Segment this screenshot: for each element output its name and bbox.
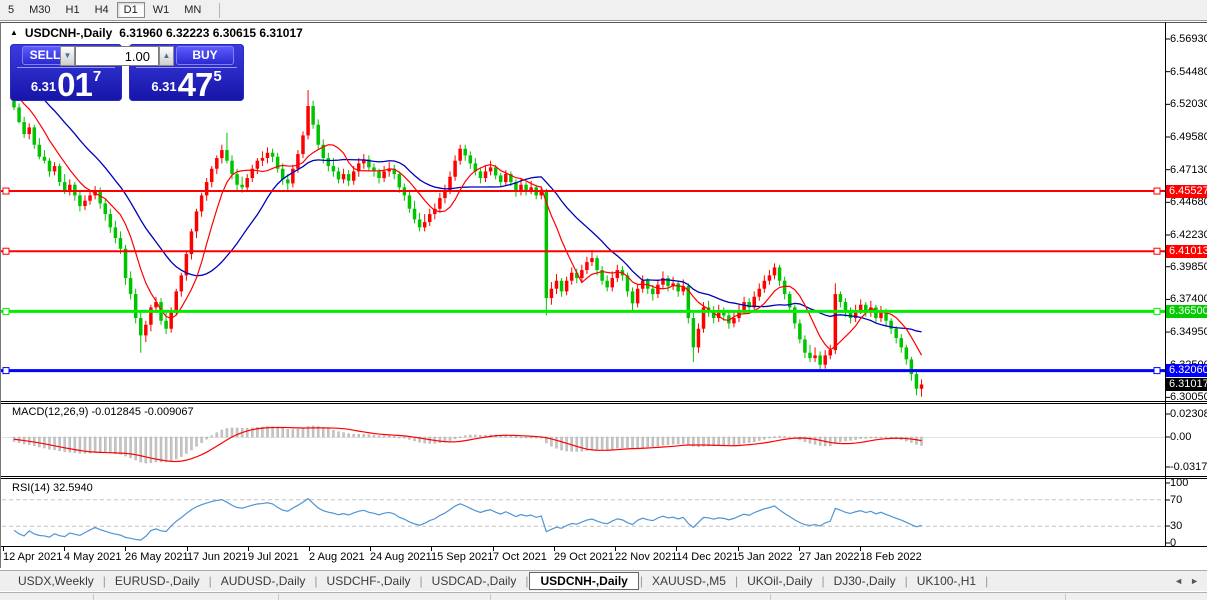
tab-usdchf-daily[interactable]: USDCHF-,Daily (319, 572, 419, 590)
date-label: 29 Oct 2021 (554, 551, 614, 563)
price-level-badge: 6.45527 (1166, 184, 1207, 198)
price-tick-label: 6.30050 (1170, 391, 1207, 404)
macd-axis-label: 0.00 (1170, 431, 1192, 443)
bid-pip-digit: 7 (92, 68, 102, 85)
statusbar-separator (93, 594, 94, 600)
macd-indicator-label: MACD(12,26,9) -0.012845 -0.009067 (12, 406, 194, 418)
date-label: 4 May 2021 (64, 551, 122, 563)
timeframe-button-m30[interactable]: M30 (22, 2, 57, 18)
date-label: 14 Dec 2021 (676, 551, 739, 563)
toolbar-separator (219, 2, 221, 18)
rsi-axis-label: 70 (1170, 494, 1183, 506)
date-label: 22 Nov 2021 (615, 551, 678, 563)
mt4-window: 5 M30 H1 H4 D1 W1 MN ▲ USDCNH-,Daily 6.31960 6… (0, 0, 1207, 600)
tab-usdcad-daily[interactable]: USDCAD-,Daily (424, 572, 525, 590)
tab-xauusd-m5[interactable]: XAUUSD-,M5 (644, 572, 734, 590)
price-tick-label: 6.42230 (1170, 229, 1207, 241)
tab-separator: | (734, 574, 739, 588)
macd-axis-label: -0.031731 (1170, 461, 1207, 473)
date-label: 5 Jan 2022 (738, 551, 793, 563)
tab-separator: | (821, 574, 825, 588)
timeframe-button-h1[interactable]: H1 (59, 2, 87, 18)
volume-decrease-button[interactable]: ▼ (60, 46, 75, 66)
timeframe-button-5[interactable]: 5 (1, 2, 21, 18)
statusbar-separator (1065, 594, 1066, 600)
tab-audusd-daily[interactable]: AUDUSD-,Daily (213, 572, 314, 590)
timeframe-button-mn[interactable]: MN (177, 2, 208, 18)
status-bar (0, 592, 1207, 600)
price-tick-label: 6.49580 (1170, 131, 1207, 143)
tab-eurusd-daily[interactable]: EURUSD-,Daily (107, 572, 208, 590)
tab-usdx-weekly[interactable]: USDX,Weekly (10, 572, 102, 590)
date-label: 18 Feb 2022 (860, 551, 922, 563)
tab-separator: | (208, 574, 212, 588)
tab-dj30-daily[interactable]: DJ30-,Daily (826, 572, 904, 590)
rsi-axis-label: 100 (1170, 477, 1189, 489)
price-tick-label: 6.39850 (1170, 260, 1207, 273)
tab-ukoil-daily[interactable]: UKOil-,Daily (739, 572, 820, 590)
tab-separator: | (314, 574, 318, 588)
date-label: 27 Jan 2022 (799, 551, 860, 563)
rsi-axis-label: 30 (1170, 520, 1183, 532)
current-price-badge: 6.31017 (1166, 378, 1207, 391)
date-label: 2 Aug 2021 (309, 551, 365, 563)
statusbar-separator (278, 594, 279, 600)
timeframe-button-w1[interactable]: W1 (146, 2, 177, 18)
collapse-triangle-icon[interactable]: ▲ (10, 27, 18, 39)
date-label: 24 Aug 2021 (370, 551, 432, 563)
tab-separator: | (904, 574, 908, 588)
tab-uk100-h1[interactable]: UK100-,H1 (909, 572, 984, 590)
price-level-badge: 6.32060 (1166, 364, 1207, 378)
bid-big-digits: 01 (57, 66, 93, 103)
one-click-trade-panel: SELL 6.31017 BUY 6.31475 ▼ ▲ (10, 44, 244, 101)
price-level-badge: 6.36500 (1166, 304, 1207, 318)
tab-separator: | (985, 574, 989, 588)
date-label: 15 Sep 2021 (431, 551, 494, 563)
date-label: 17 Jun 2021 (187, 551, 248, 563)
date-label: 7 Oct 2021 (493, 551, 547, 563)
date-label: 9 Jul 2021 (248, 551, 299, 563)
chart-tab-bar: USDX,Weekly | EURUSD-,Daily | AUDUSD-,Daily |… (0, 570, 1207, 591)
ask-price: 6.31 47 5 (129, 68, 244, 101)
price-tick-label: 6.37400 (1170, 293, 1207, 306)
price-chart-svg (0, 22, 1207, 568)
tab-scroll-left-icon[interactable]: ◄ (1174, 576, 1183, 587)
timeframe-button-d1[interactable]: D1 (116, 2, 145, 18)
date-label: 26 May 2021 (125, 551, 189, 563)
volume-increase-button[interactable]: ▲ (159, 46, 174, 66)
ask-big-digits: 47 (177, 66, 214, 103)
price-tick-label: 6.56930 (1170, 33, 1207, 45)
macd-axis-label: 0.023089 (1170, 408, 1207, 420)
bid-price: 6.31 01 7 (10, 68, 122, 101)
tab-separator: | (419, 574, 423, 588)
statusbar-separator (490, 594, 491, 600)
price-tick-label: 6.34950 (1170, 326, 1207, 339)
chart-ohlc-values: 6.31960 6.32223 6.30615 6.31017 (119, 26, 303, 40)
date-label: 12 Apr 2021 (3, 551, 63, 563)
bid-prefix: 6.31 (30, 79, 57, 94)
chart-header: ▲ USDCNH-,Daily 6.31960 6.32223 6.30615 … (10, 26, 303, 40)
buy-button[interactable]: BUY (176, 46, 234, 65)
timeframe-button-h4[interactable]: H4 (88, 2, 116, 18)
timeframe-toolbar: 5 M30 H1 H4 D1 W1 MN (0, 0, 1207, 21)
tab-separator: | (102, 574, 106, 588)
volume-input[interactable] (75, 46, 159, 66)
statusbar-separator (770, 594, 771, 600)
ask-prefix: 6.31 (151, 79, 177, 94)
price-level-badge: 6.41013 (1166, 244, 1207, 258)
price-tick-label: 6.47130 (1170, 163, 1207, 176)
tab-scroll-right-icon[interactable]: ► (1190, 576, 1199, 587)
tab-separator: | (525, 574, 529, 588)
tab-separator: | (639, 574, 643, 588)
tab-usdcnh-daily[interactable]: USDCNH-,Daily (529, 572, 639, 590)
rsi-indicator-label: RSI(14) 32.5940 (12, 482, 93, 494)
chart-symbol-label: USDCNH-,Daily (24, 26, 113, 40)
price-tick-label: 6.52030 (1170, 98, 1207, 111)
rsi-axis-label: 0 (1170, 537, 1177, 549)
ask-pip-digit: 5 (213, 68, 222, 85)
price-tick-label: 6.54480 (1170, 65, 1207, 78)
price-tick-label: 6.44680 (1170, 196, 1207, 209)
